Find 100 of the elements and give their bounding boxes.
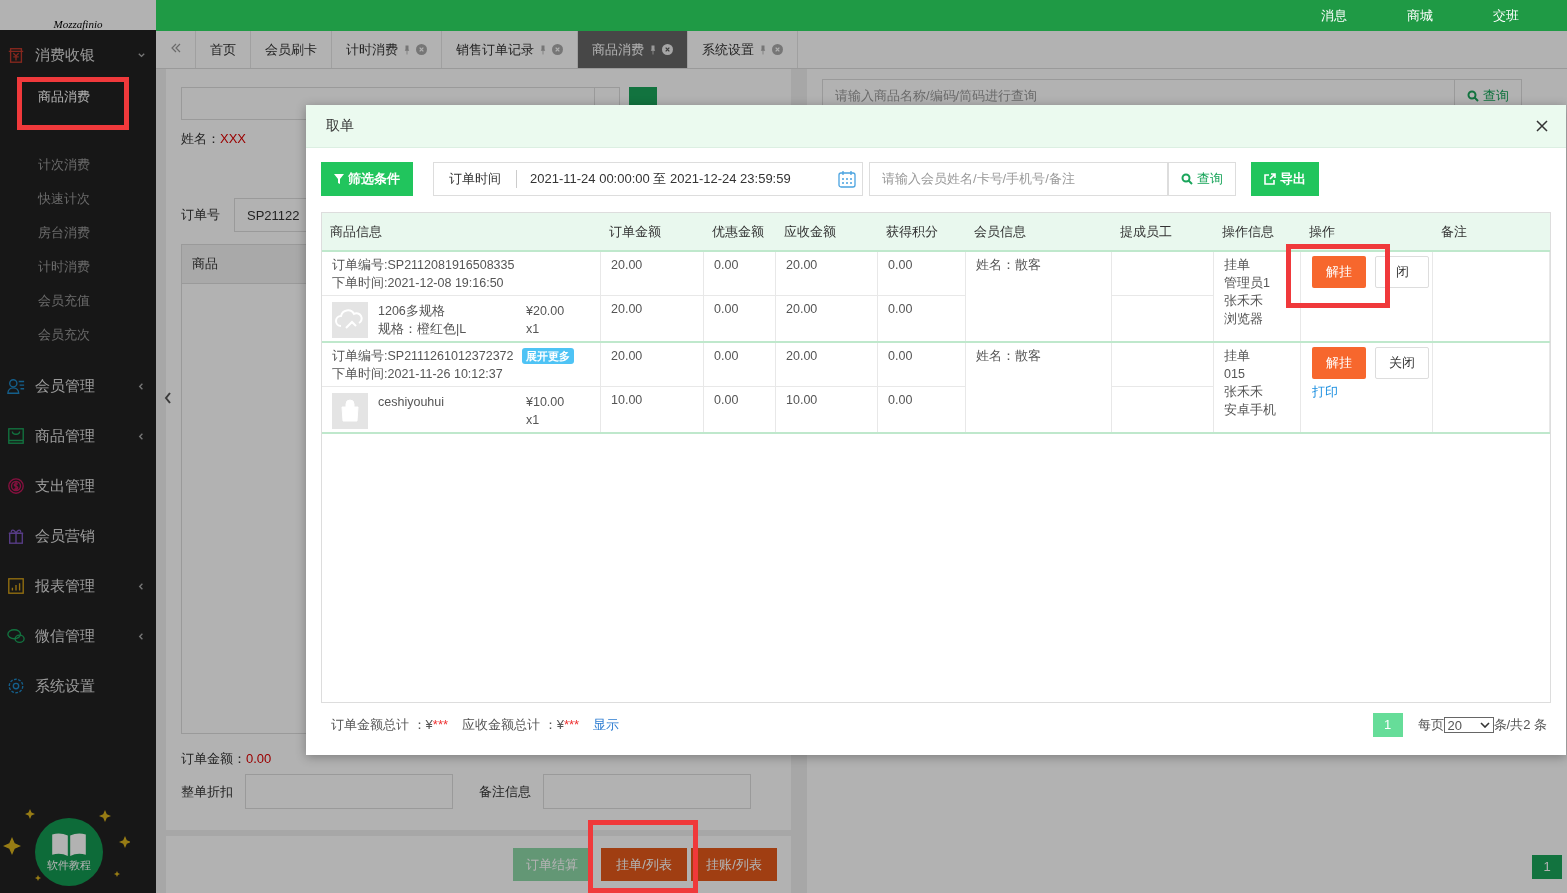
menu-label: 报表管理: [35, 576, 96, 596]
resume-button[interactable]: 解挂: [1312, 256, 1366, 288]
submenu-item[interactable]: 计次消费: [0, 148, 156, 182]
menu-label: 商品管理: [35, 426, 96, 446]
operation-info: 张禾禾: [1224, 293, 1264, 310]
sidebar-group[interactable]: 商品管理: [0, 411, 156, 461]
top-link[interactable]: 商城: [1407, 6, 1433, 25]
member-name: 姓名：XXX: [181, 130, 247, 148]
top-link[interactable]: 交班: [1493, 6, 1519, 25]
tab[interactable]: 首页: [196, 31, 251, 68]
table-cell: 20.00: [601, 296, 704, 341]
table-cell: 20.00: [601, 343, 704, 387]
per-page-label: 每页: [1417, 716, 1444, 734]
show-link[interactable]: 显示: [593, 716, 620, 734]
column-header: 备注: [1440, 223, 1468, 241]
table-cell: 20.00: [601, 252, 704, 296]
sidebar-group[interactable]: 微信管理: [0, 611, 156, 661]
submenu-item[interactable]: 会员充值: [0, 284, 156, 318]
date-range-field[interactable]: 订单时间 2021-11-24 00:00:00 至 2021-12-24 23:59:59: [433, 162, 863, 196]
sidebar-group[interactable]: 会员管理: [0, 361, 156, 411]
product-spec: 规格：橙红色|L: [378, 321, 468, 338]
sidebar-group[interactable]: 支出管理: [0, 461, 156, 511]
field-label: 订单时间: [434, 170, 517, 188]
tab[interactable]: 系统设置: [688, 31, 798, 68]
sidebar-group[interactable]: 报表管理: [0, 561, 156, 611]
sidebar-group[interactable]: 消费收银: [0, 30, 156, 80]
total-count: 条/共2 条: [1493, 716, 1547, 734]
date-value: 2021-11-24 00:00:00 至 2021-12-24 23:59:59: [529, 170, 792, 188]
total-summary: 订单金额总计 ：¥***: [331, 716, 449, 734]
export-button[interactable]: 导出: [1251, 162, 1319, 196]
total-summary: 应收金额总计 ：¥***: [462, 716, 580, 734]
submenu-item[interactable]: 商品消费: [0, 80, 156, 114]
search-button[interactable]: 查询: [1168, 162, 1236, 196]
dialog-title: 取单: [326, 117, 354, 135]
table-cell: 20.00: [776, 296, 878, 341]
product-price: ¥10.00: [526, 394, 565, 411]
sidebar-group[interactable]: 会员营销: [0, 511, 156, 561]
resume-button[interactable]: 解挂: [1312, 347, 1366, 379]
action-button[interactable]: 挂单/列表: [601, 848, 687, 881]
tab[interactable]: 计时消费: [332, 31, 442, 68]
summary-value: 订单金额：0.00: [181, 750, 273, 768]
table-cell: 0.00: [878, 252, 966, 296]
close-button[interactable]: 关闭: [1375, 347, 1429, 379]
menu-label: 支出管理: [35, 476, 96, 496]
submenu-item[interactable]: 计时消费: [0, 250, 156, 284]
menu-label: 微信管理: [35, 626, 96, 646]
product-name: ceshiyouhui: [378, 394, 445, 411]
column-header: 优惠金额: [711, 223, 765, 241]
table-cell: 0.00: [704, 343, 776, 387]
table-cell: 0.00: [704, 296, 776, 341]
product-price: ¥20.00: [526, 303, 565, 320]
submenu-item[interactable]: 会员充次: [0, 318, 156, 352]
product-quantity: x1: [526, 321, 541, 338]
table-cell: 0.00: [878, 343, 966, 387]
product-quantity: x1: [526, 412, 541, 429]
field-label: 备注信息: [479, 782, 531, 801]
column-header: 订单金额: [608, 223, 662, 241]
logo: Mozzafinio: [53, 18, 103, 30]
tab[interactable]: 商品消费: [578, 31, 688, 68]
operation-info: 张禾禾: [1224, 384, 1264, 401]
operation-info: 挂单: [1224, 348, 1251, 365]
submenu-item[interactable]: 房台消费: [0, 216, 156, 250]
order-time: 下单时间:2021-11-26 10:12:37: [332, 366, 504, 383]
table-cell: 0.00: [704, 252, 776, 296]
column-header: 操作信息: [1221, 223, 1275, 241]
expand-more-badge[interactable]: 展开更多: [521, 348, 574, 364]
table-cell: 20.00: [776, 252, 878, 296]
field-label: 整单折扣: [181, 782, 233, 801]
table-cell: 0.00: [878, 296, 966, 341]
menu-label: 会员管理: [35, 376, 96, 396]
menu-label: 消费收银: [35, 45, 96, 65]
product-name: 1206多规格: [378, 303, 446, 320]
column-header: 获得积分: [885, 223, 939, 241]
operation-info: 浏览器: [1224, 311, 1264, 328]
top-link[interactable]: 消息: [1321, 6, 1347, 25]
table-cell: 姓名：散客: [966, 343, 1112, 432]
table-cell: 10.00: [776, 387, 878, 432]
table-cell: 0.00: [878, 387, 966, 432]
table-cell: 10.00: [601, 387, 704, 432]
tab[interactable]: 会员刷卡: [251, 31, 332, 68]
menu-label: 系统设置: [35, 676, 96, 696]
table-cell: 0.00: [704, 387, 776, 432]
column-header: 会员信息: [973, 223, 1027, 241]
page-size-select[interactable]: 20: [1443, 717, 1494, 733]
order-number: 订单编号:SP2111261012372372: [332, 348, 514, 365]
tutorial-badge[interactable]: 软件教程: [35, 818, 103, 886]
filter-button[interactable]: 筛选条件: [321, 162, 413, 196]
operation-info: 管理员1: [1224, 275, 1271, 292]
page-button[interactable]: 1: [1532, 855, 1562, 879]
print-link[interactable]: 打印: [1312, 383, 1428, 401]
action-button[interactable]: 挂账/列表: [691, 848, 777, 881]
field-label: 订单号: [181, 206, 220, 224]
submenu-item[interactable]: 快速计次: [0, 182, 156, 216]
search-field[interactable]: 请输入会员姓名/卡号/手机号/备注: [869, 162, 1168, 196]
sidebar-group[interactable]: 系统设置: [0, 661, 156, 711]
column-header: 提成员工: [1119, 223, 1173, 241]
order-number: 订单编号:SP2112081916508335: [332, 257, 515, 274]
table-cell: 姓名：散客: [966, 252, 1112, 341]
column-header: 操作: [1308, 223, 1336, 241]
operation-info: 015: [1224, 366, 1246, 383]
